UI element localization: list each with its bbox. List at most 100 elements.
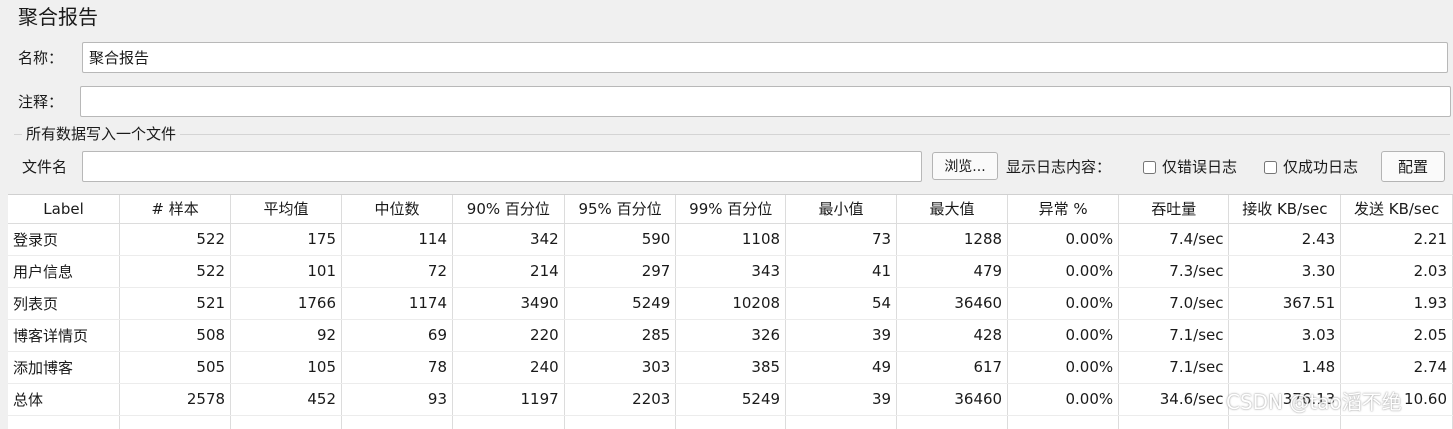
table-cell: 326 xyxy=(675,319,787,352)
column-header[interactable]: 95% 百分位 xyxy=(564,195,677,224)
row-label-cell: 添加博客 xyxy=(8,351,121,384)
table-cell: 2.05 xyxy=(1340,319,1453,352)
empty-cell xyxy=(564,415,677,429)
row-label-cell: 登录页 xyxy=(8,223,121,256)
success-only-checkbox[interactable]: 仅成功日志 xyxy=(1264,157,1358,177)
empty-cell xyxy=(230,415,343,429)
table-cell: 522 xyxy=(119,255,232,288)
table-cell: 508 xyxy=(119,319,232,352)
column-header[interactable]: 发送 KB/sec xyxy=(1340,195,1453,224)
empty-cell xyxy=(1118,415,1230,429)
column-header[interactable]: 99% 百分位 xyxy=(675,195,787,224)
empty-cell xyxy=(896,415,1009,429)
table-cell: 36460 xyxy=(896,287,1009,320)
table-cell: 92 xyxy=(230,319,343,352)
column-header[interactable]: 异常 % xyxy=(1007,195,1120,224)
table-cell: 1.93 xyxy=(1340,287,1453,320)
column-header[interactable]: 吞吐量 xyxy=(1118,195,1230,224)
table-row[interactable]: 登录页 522 175 114 342 590 1108 73 1288 0.00% 7.4/sec… xyxy=(8,223,1453,256)
comment-label: 注释： xyxy=(18,93,64,111)
table-row[interactable]: 博客详情页 508 92 69 220 285 326 39 428 0.00% 7.1/sec 3.… xyxy=(8,319,1453,352)
table-cell: 7.4/sec xyxy=(1118,223,1230,256)
table-cell: 7.3/sec xyxy=(1118,255,1230,288)
table-cell: 428 xyxy=(896,319,1009,352)
table-row[interactable]: 添加博客 505 105 78 240 303 385 49 617 0.00% 7.1/sec 1.… xyxy=(8,351,1453,384)
column-header[interactable]: 最大值 xyxy=(896,195,1009,224)
column-header[interactable]: 平均值 xyxy=(230,195,343,224)
table-row[interactable]: 总体 2578 452 93 1197 2203 5249 39 36460 0.00% 34.6/… xyxy=(8,383,1453,416)
results-table[interactable]: Label # 样本 平均值 中位数 90% 百分位 95% 百分位 99% 百… xyxy=(8,194,1453,429)
errors-only-checkbox[interactable]: 仅错误日志 xyxy=(1143,157,1237,177)
file-group-title: 所有数据写入一个文件 xyxy=(22,124,181,144)
empty-cell xyxy=(1228,415,1342,429)
table-cell: 2203 xyxy=(564,383,677,416)
table-cell: 1197 xyxy=(452,383,565,416)
table-row[interactable]: 用户信息 522 101 72 214 297 343 41 479 0.00% 7.3/sec 3.… xyxy=(8,255,1453,288)
aggregate-table: Label # 样本 平均值 中位数 90% 百分位 95% 百分位 99% 百… xyxy=(8,195,1453,429)
table-cell: 522 xyxy=(119,223,232,256)
empty-cell xyxy=(785,415,898,429)
table-cell: 41 xyxy=(785,255,898,288)
table-cell: 114 xyxy=(341,223,454,256)
table-cell: 2578 xyxy=(119,383,232,416)
table-cell: 452 xyxy=(230,383,343,416)
filename-field[interactable] xyxy=(82,151,922,182)
column-header[interactable]: Label xyxy=(8,195,121,224)
table-cell: 1766 xyxy=(230,287,343,320)
table-cell: 1288 xyxy=(896,223,1009,256)
empty-cell xyxy=(8,415,121,429)
table-cell: 1174 xyxy=(341,287,454,320)
table-cell: 101 xyxy=(230,255,343,288)
table-cell: 505 xyxy=(119,351,232,384)
table-cell: 39 xyxy=(785,383,898,416)
errors-only-checkbox-box[interactable] xyxy=(1143,160,1156,174)
column-header[interactable]: 中位数 xyxy=(341,195,454,224)
column-header[interactable]: 接收 KB/sec xyxy=(1228,195,1342,224)
table-cell: 0.00% xyxy=(1007,351,1120,384)
table-cell: 5249 xyxy=(564,287,677,320)
column-header[interactable]: 最小值 xyxy=(785,195,898,224)
empty-row xyxy=(8,415,1453,429)
table-cell: 93 xyxy=(341,383,454,416)
table-cell: 36460 xyxy=(896,383,1009,416)
table-cell: 2.03 xyxy=(1340,255,1453,288)
table-cell: 590 xyxy=(564,223,677,256)
row-label-cell: 博客详情页 xyxy=(8,319,121,352)
config-button[interactable]: 配置 xyxy=(1381,151,1445,182)
table-cell: 285 xyxy=(564,319,677,352)
log-content-label: 显示日志内容： xyxy=(1006,158,1112,176)
browse-button[interactable]: 浏览... xyxy=(932,152,998,180)
table-cell: 175 xyxy=(230,223,343,256)
name-label: 名称： xyxy=(18,49,64,67)
name-field[interactable] xyxy=(82,42,1448,73)
table-cell: 0.00% xyxy=(1007,287,1120,320)
table-cell: 7.1/sec xyxy=(1118,351,1230,384)
column-header[interactable]: # 样本 xyxy=(119,195,232,224)
table-cell: 3490 xyxy=(452,287,565,320)
row-label-cell: 用户信息 xyxy=(8,255,121,288)
table-cell: 376.13 xyxy=(1228,383,1342,416)
table-cell: 3.30 xyxy=(1228,255,1342,288)
table-cell: 2.21 xyxy=(1340,223,1453,256)
table-cell: 2.74 xyxy=(1340,351,1453,384)
table-cell: 7.0/sec xyxy=(1118,287,1230,320)
table-cell: 1.48 xyxy=(1228,351,1342,384)
column-header[interactable]: 90% 百分位 xyxy=(452,195,565,224)
table-cell: 214 xyxy=(452,255,565,288)
table-cell: 0.00% xyxy=(1007,383,1120,416)
table-cell: 10208 xyxy=(675,287,787,320)
table-cell: 297 xyxy=(564,255,677,288)
comment-field[interactable] xyxy=(80,86,1451,117)
table-cell: 617 xyxy=(896,351,1009,384)
table-cell: 479 xyxy=(896,255,1009,288)
table-cell: 49 xyxy=(785,351,898,384)
table-header-row: Label # 样本 平均值 中位数 90% 百分位 95% 百分位 99% 百… xyxy=(8,195,1453,224)
table-cell: 69 xyxy=(341,319,454,352)
table-cell: 73 xyxy=(785,223,898,256)
success-only-label: 仅成功日志 xyxy=(1283,158,1359,176)
table-cell: 367.51 xyxy=(1228,287,1342,320)
table-row[interactable]: 列表页 521 1766 1174 3490 5249 10208 54 36460 0.00% 7… xyxy=(8,287,1453,320)
table-cell: 39 xyxy=(785,319,898,352)
success-only-checkbox-box[interactable] xyxy=(1264,160,1277,174)
filename-label: 文件名 xyxy=(22,158,68,176)
